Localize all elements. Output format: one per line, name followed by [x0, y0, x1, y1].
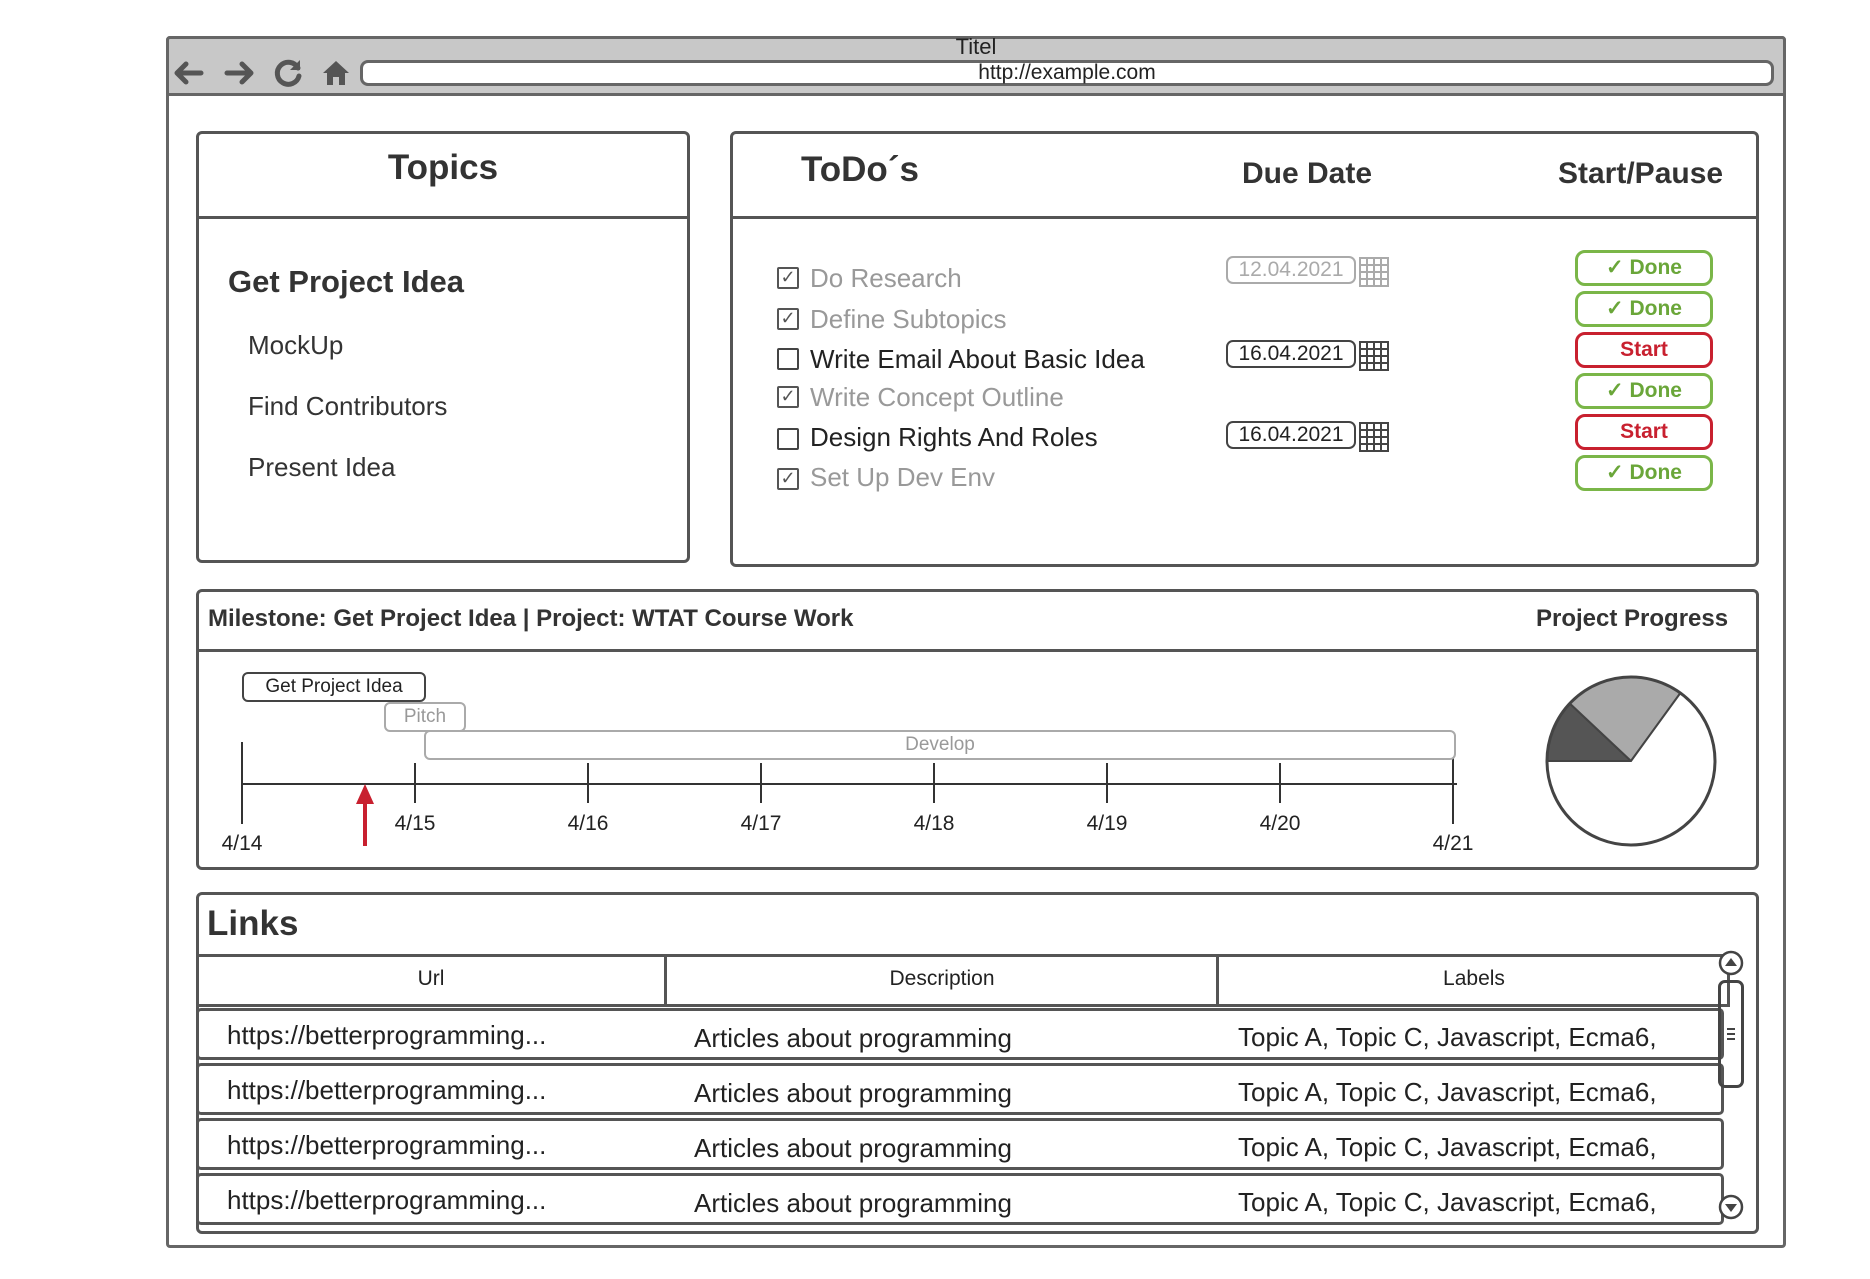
calendar-icon[interactable] — [1359, 422, 1389, 452]
done-button[interactable]: ✓ Done — [1575, 291, 1713, 327]
checkbox-checked[interactable]: ✓ — [777, 468, 799, 490]
timeline-date-label: 4/21 — [1432, 832, 1474, 855]
due-date-field[interactable]: 16.04.2021 — [1226, 421, 1356, 449]
project-progress-label: Project Progress — [1536, 605, 1729, 632]
checkbox-checked[interactable]: ✓ — [777, 267, 799, 289]
scroll-up-icon[interactable] — [1718, 950, 1744, 976]
divider — [196, 216, 690, 219]
link-labels: Topic A, Topic C, Javascript, Ecma6, — [1238, 1022, 1657, 1052]
timeline-date-label: 4/16 — [567, 812, 609, 835]
start-button[interactable]: Start — [1575, 332, 1713, 368]
link-labels: Topic A, Topic C, Javascript, Ecma6, — [1238, 1077, 1657, 1107]
checkbox-checked[interactable]: ✓ — [777, 308, 799, 330]
home-icon[interactable] — [318, 56, 354, 90]
column-header-url[interactable]: Url — [196, 953, 666, 1005]
timeline-tick — [414, 763, 416, 803]
timeline-date-label: 4/18 — [913, 812, 955, 835]
link-url[interactable]: https://betterprogramming... — [227, 1185, 546, 1216]
address-bar[interactable]: http://example.com — [360, 60, 1774, 86]
checkbox-unchecked[interactable] — [777, 348, 799, 370]
todo-label: Write Concept Outline — [810, 382, 1064, 412]
timeline-date-label: 4/15 — [394, 812, 436, 835]
timeline-tick — [760, 763, 762, 803]
window-title: Titel — [955, 34, 997, 59]
timeline-date-label: 4/14 — [221, 832, 263, 855]
phase-bar[interactable]: Pitch — [384, 702, 466, 732]
calendar-icon[interactable] — [1359, 341, 1389, 371]
todos-header: ToDo´s — [801, 150, 919, 189]
divider — [196, 649, 1759, 652]
link-labels: Topic A, Topic C, Javascript, Ecma6, — [1238, 1187, 1657, 1217]
timeline-tick — [587, 763, 589, 803]
checkbox-unchecked[interactable] — [777, 428, 799, 450]
timeline-date-label: 4/19 — [1086, 812, 1128, 835]
checkbox-checked[interactable]: ✓ — [777, 386, 799, 408]
link-description: Articles about programming — [694, 1023, 1012, 1053]
link-description: Articles about programming — [694, 1188, 1012, 1218]
link-url[interactable]: https://betterprogramming... — [227, 1075, 546, 1106]
forward-arrow-icon[interactable] — [222, 56, 258, 90]
project-progress-chart — [1545, 675, 1717, 847]
due-date-field[interactable]: 12.04.2021 — [1226, 256, 1356, 284]
timeline-axis — [242, 783, 1457, 785]
calendar-icon[interactable] — [1359, 257, 1389, 287]
link-url[interactable]: https://betterprogramming... — [227, 1130, 546, 1161]
done-button[interactable]: ✓ Done — [1575, 250, 1713, 286]
topics-header: Topics — [387, 148, 499, 187]
timeline-date-label: 4/17 — [740, 812, 782, 835]
links-header: Links — [207, 904, 299, 943]
link-url[interactable]: https://betterprogramming... — [227, 1020, 546, 1051]
done-button[interactable]: ✓ Done — [1575, 373, 1713, 409]
scroll-down-icon[interactable] — [1718, 1194, 1744, 1220]
scroll-thumb[interactable] — [1718, 980, 1744, 1088]
link-description: Articles about programming — [694, 1078, 1012, 1108]
topic-item[interactable]: MockUp — [248, 330, 343, 361]
back-arrow-icon[interactable] — [170, 56, 206, 90]
start-pause-header: Start/Pause — [1558, 157, 1724, 190]
due-date-header: Due Date — [1242, 157, 1373, 190]
phase-bar[interactable]: Develop — [424, 730, 1456, 760]
link-description: Articles about programming — [694, 1133, 1012, 1163]
topic-item[interactable]: Find Contributors — [248, 391, 447, 422]
link-labels: Topic A, Topic C, Javascript, Ecma6, — [1238, 1132, 1657, 1162]
timeline-tick — [1279, 763, 1281, 803]
todo-label: Write Email About Basic Idea — [810, 344, 1145, 374]
timeline-tick — [241, 742, 243, 824]
timeline-tick — [933, 763, 935, 803]
divider — [730, 216, 1759, 219]
timeline-date-label: 4/20 — [1259, 812, 1301, 835]
topic-item[interactable]: Present Idea — [248, 452, 395, 483]
start-button[interactable]: Start — [1575, 414, 1713, 450]
topic-milestone[interactable]: Get Project Idea — [228, 264, 464, 300]
todo-label: Set Up Dev Env — [810, 462, 995, 492]
column-header-labels[interactable]: Labels — [1218, 953, 1730, 1005]
timeline-tick — [1106, 763, 1108, 803]
todo-label: Do Research — [810, 263, 962, 293]
due-date-field[interactable]: 16.04.2021 — [1226, 340, 1356, 368]
todo-label: Define Subtopics — [810, 304, 1007, 334]
reload-icon[interactable] — [270, 56, 306, 90]
milestone-header: Milestone: Get Project Idea | Project: W… — [208, 605, 854, 632]
done-button[interactable]: ✓ Done — [1575, 455, 1713, 491]
current-date-marker-icon — [352, 782, 378, 846]
column-header-description[interactable]: Description — [666, 953, 1218, 1005]
phase-bar[interactable]: Get Project Idea — [242, 672, 426, 702]
todo-label: Design Rights And Roles — [810, 422, 1098, 452]
